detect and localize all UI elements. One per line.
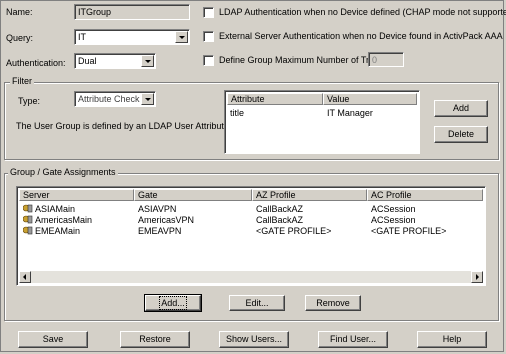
- attribute-cell[interactable]: title: [230, 108, 244, 118]
- filter-add-label: Add: [452, 103, 469, 113]
- filter-title: Filter: [10, 76, 34, 87]
- help-label: Help: [442, 334, 462, 344]
- gate-cell: ASIAVPN: [138, 204, 177, 214]
- server-cell: EMEAMain: [35, 226, 81, 236]
- name-field[interactable]: ITGroup: [74, 4, 190, 20]
- assignment-edit-label: Edit...: [245, 298, 269, 308]
- max-tries-checkbox[interactable]: [203, 55, 214, 66]
- authentication-label: Authentication:: [6, 58, 66, 68]
- filter-type-select[interactable]: Attribute Check: [74, 91, 156, 107]
- assignments-title: Group / Gate Assignments: [8, 167, 118, 178]
- server-icon: [23, 215, 33, 224]
- value-cell[interactable]: IT Manager: [327, 108, 373, 118]
- chevron-down-icon[interactable]: [175, 31, 188, 43]
- filter-delete-label: Delete: [447, 129, 474, 139]
- filter-description: The User Group is defined by an LDAP Use…: [16, 121, 232, 131]
- save-label: Save: [42, 334, 64, 344]
- restore-label: Restore: [139, 334, 171, 344]
- query-select[interactable]: IT: [74, 29, 190, 45]
- chevron-down-icon[interactable]: [141, 55, 154, 67]
- server-icon: [23, 204, 33, 213]
- find-user-label: Find User...: [329, 334, 376, 344]
- gate-column-header[interactable]: Gate: [134, 189, 252, 201]
- authentication-select[interactable]: Dual: [74, 53, 156, 69]
- attribute-column-header[interactable]: Attribute: [227, 93, 323, 105]
- ac-profile-column-header[interactable]: AC Profile: [367, 189, 483, 201]
- filter-type-label: Type:: [18, 96, 41, 106]
- server-cell: AmericasMain: [35, 215, 93, 225]
- ac-profile-cell: ACSession: [371, 204, 416, 214]
- server-icon: [23, 226, 33, 235]
- gate-cell: AmericasVPN: [138, 215, 195, 225]
- chevron-down-icon[interactable]: [141, 93, 154, 105]
- show-users-label: Show Users...: [225, 334, 283, 344]
- assignment-add-button[interactable]: Add...: [144, 294, 202, 312]
- az-profile-column-header[interactable]: AZ Profile: [252, 189, 367, 201]
- assignment-remove-label: Remove: [316, 298, 350, 308]
- az-profile-cell: <GATE PROFILE>: [256, 226, 332, 236]
- attribute-list[interactable]: Attribute Value title IT Manager: [224, 90, 420, 154]
- find-user-button[interactable]: Find User...: [318, 331, 388, 348]
- assignment-edit-button[interactable]: Edit...: [229, 295, 285, 311]
- scroll-right-icon[interactable]: [471, 271, 483, 283]
- value-column-header[interactable]: Value: [323, 93, 417, 105]
- ldap-auth-label: LDAP Authentication when no Device defin…: [219, 7, 506, 17]
- server-column-header[interactable]: Server: [19, 189, 134, 201]
- gate-cell: EMEAVPN: [138, 226, 182, 236]
- max-tries-field: 0: [368, 52, 404, 67]
- query-value: IT: [78, 32, 86, 42]
- max-tries-label: Define Group Maximum Number of Tries:: [219, 55, 384, 65]
- assignments-list[interactable]: Server Gate AZ Profile AC Profile ASIAMa…: [16, 186, 486, 286]
- external-auth-checkbox[interactable]: [203, 31, 214, 42]
- filter-delete-button[interactable]: Delete: [434, 126, 488, 143]
- assignment-add-label: Add...: [159, 296, 187, 310]
- ac-profile-cell: <GATE PROFILE>: [371, 226, 447, 236]
- az-profile-cell: CallBackAZ: [256, 204, 304, 214]
- help-button[interactable]: Help: [417, 331, 487, 348]
- authentication-value: Dual: [78, 56, 97, 66]
- save-button[interactable]: Save: [18, 331, 88, 348]
- show-users-button[interactable]: Show Users...: [219, 331, 289, 348]
- scroll-left-icon[interactable]: [19, 271, 31, 283]
- az-profile-cell: CallBackAZ: [256, 215, 304, 225]
- ac-profile-cell: ACSession: [371, 215, 416, 225]
- assignment-remove-button[interactable]: Remove: [305, 295, 361, 311]
- filter-add-button[interactable]: Add: [434, 100, 488, 117]
- horizontal-scrollbar[interactable]: [19, 271, 483, 283]
- ldap-auth-checkbox[interactable]: [203, 7, 214, 18]
- filter-type-value: Attribute Check: [78, 94, 140, 104]
- server-cell: ASIAMain: [35, 204, 76, 214]
- query-label: Query:: [6, 33, 34, 43]
- restore-button[interactable]: Restore: [120, 331, 190, 348]
- name-label: Name:: [6, 7, 33, 17]
- external-auth-label: External Server Authentication when no D…: [219, 31, 503, 41]
